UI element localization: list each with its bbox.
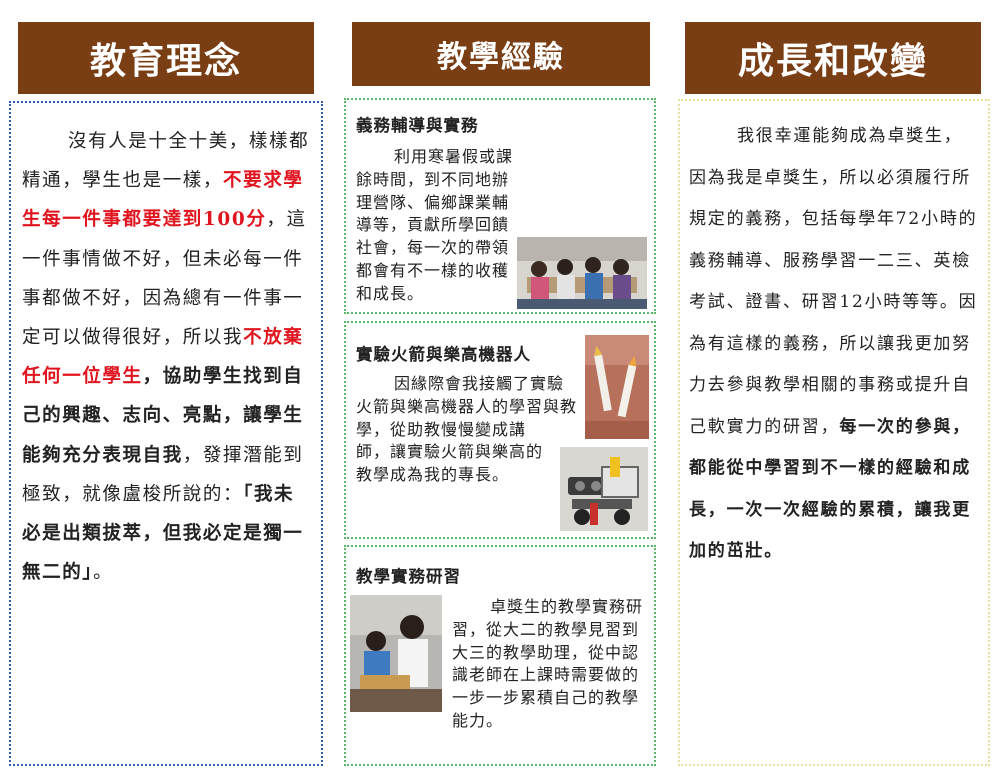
header-education-philosophy: 教育理念 bbox=[18, 22, 314, 94]
header-teaching-experience: 教學經驗 bbox=[352, 22, 650, 86]
header-growth-and-change: 成長和改變 bbox=[685, 22, 981, 94]
philosophy-paragraph: 沒有人是十全十美，樣樣都精通，學生也是一樣，不要求學生每一件事都要達到100分，… bbox=[22, 122, 312, 592]
growth-text-1: 我很幸運能夠成為卓獎生，因為我是卓獎生，所以必須履行所規定的義務，包括每學年72… bbox=[689, 126, 978, 437]
section-body-practicum-text: 卓獎生的教學實務研習，從大二的教學見習到大三的教學助理，從中認識老師在上課時需要… bbox=[452, 597, 644, 730]
header-growth-and-change-label: 成長和改變 bbox=[737, 41, 928, 82]
section-body-tutoring-text: 利用寒暑假或課餘時間，到不同地辦理營隊、偏鄉課業輔導等，貢獻所學回饋社會，每一次… bbox=[356, 147, 514, 303]
growth-bold-1: 每一次的參與，都能從中學習到不一樣的經驗和成長，一次一次經驗的累積，讓我更加的茁… bbox=[689, 416, 972, 562]
section-body-practicum: 卓獎生的教學實務研習，從大二的教學見習到大三的教學助理，從中認識老師在上課時需要… bbox=[356, 596, 648, 733]
lego-robot-photo bbox=[560, 447, 648, 531]
philosophy-text-4: 。 bbox=[93, 562, 114, 584]
section-title-practicum: 教學實務研習 bbox=[356, 567, 461, 586]
header-education-philosophy-label: 教育理念 bbox=[89, 41, 242, 82]
growth-paragraph: 我很幸運能夠成為卓獎生，因為我是卓獎生，所以必須履行所規定的義務，包括每學年72… bbox=[689, 116, 979, 573]
tutoring-photo bbox=[517, 237, 647, 309]
section-title-tutoring: 義務輔導與實務 bbox=[356, 116, 479, 135]
section-title-rocket-lego: 實驗火箭與樂高機器人 bbox=[356, 345, 531, 364]
section-body-rocket-lego-text: 因緣際會我接觸了實驗火箭與樂高機器人的學習與教學，從助教慢慢變成講師，讓實驗火箭… bbox=[356, 374, 578, 485]
header-teaching-experience-label: 教學經驗 bbox=[437, 40, 565, 75]
